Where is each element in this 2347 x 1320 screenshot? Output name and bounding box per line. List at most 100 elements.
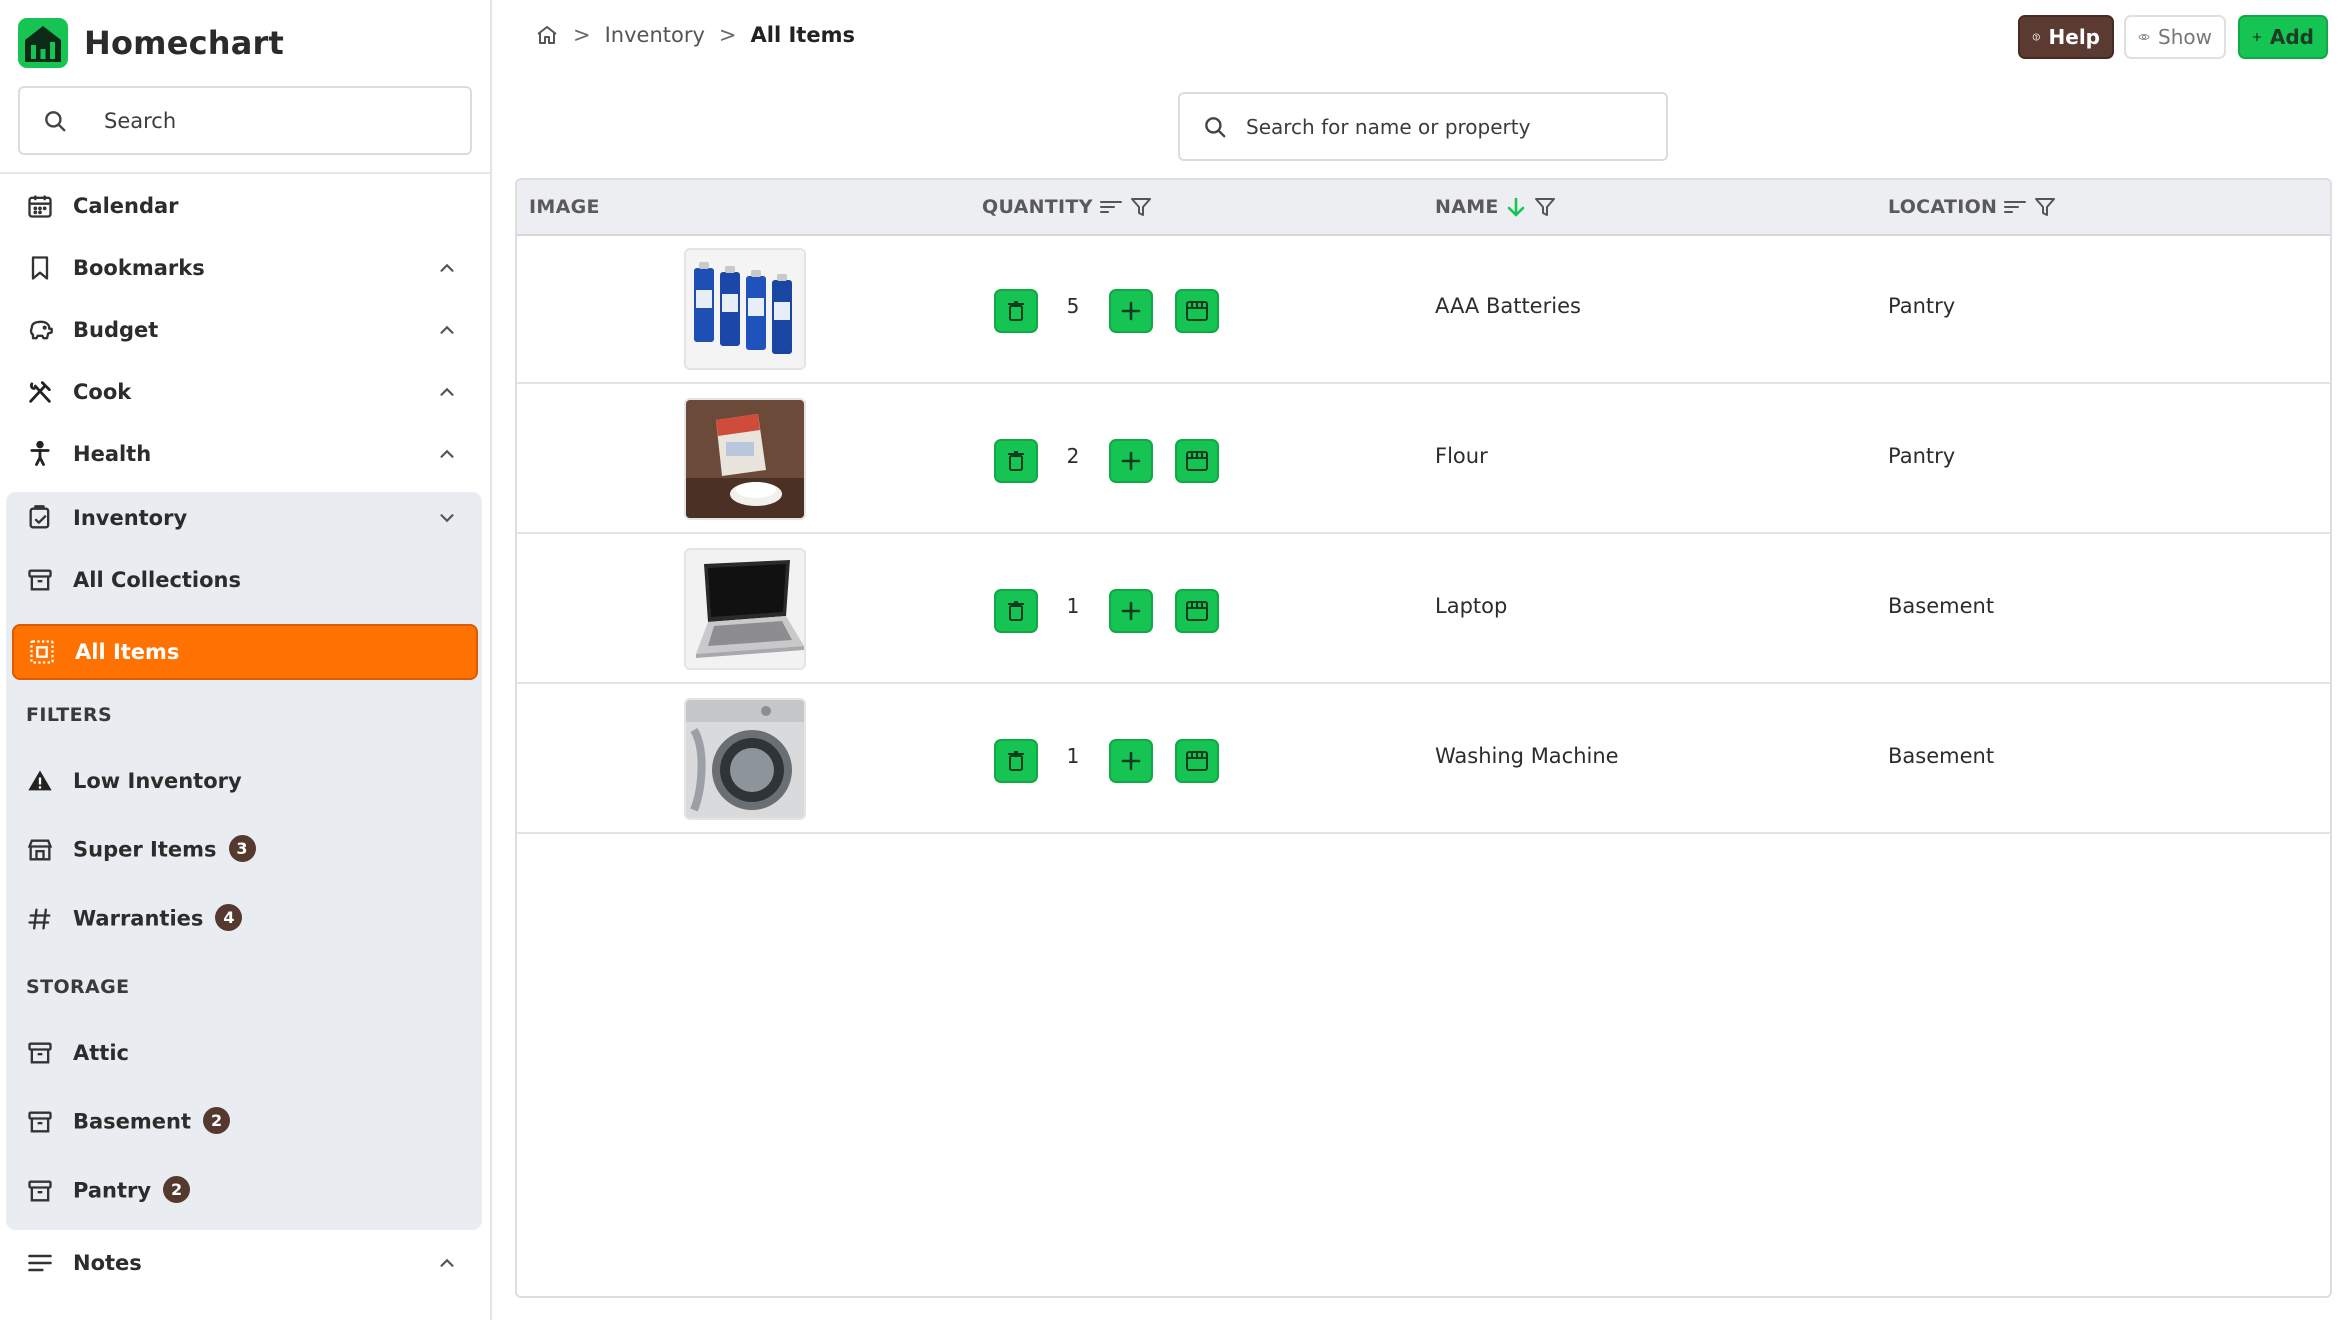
column-header-location[interactable]: LOCATION [1888,180,2057,234]
table-row[interactable]: 1 Laptop Basement [517,536,2330,684]
table-row[interactable]: 2 Flour Pantry [517,386,2330,534]
sidebar-item-notes[interactable]: Notes [0,1233,490,1293]
sidebar-item-label: Pantry 2 [73,1175,191,1205]
sort-descending-arrow-icon[interactable] [1505,196,1527,218]
breadcrumb-inventory-link[interactable]: Inventory [605,23,705,47]
item-image-laptop[interactable] [684,548,806,670]
increment-button[interactable] [1109,289,1153,333]
item-location[interactable]: Basement [1888,744,1994,768]
count-badge: 3 [228,834,256,862]
shopping-list-button[interactable] [1175,589,1219,633]
add-button[interactable]: Add [2238,15,2328,59]
app-header[interactable]: Homechart [18,18,284,68]
delete-button[interactable] [994,289,1038,333]
sidebar: Homechart Calendar Bookmarks Budget Cook… [0,0,492,1320]
plus-icon [1121,301,1141,321]
quantity-value: 1 [1066,744,1080,768]
item-location[interactable]: Pantry [1888,444,1955,468]
delete-button[interactable] [994,439,1038,483]
sidebar-item-bookmarks[interactable]: Bookmarks [0,238,490,298]
store-icon [1186,301,1208,321]
sidebar-item-attic[interactable]: Attic [0,1023,490,1083]
sidebar-item-label: All Items [75,640,180,664]
show-button[interactable]: Show [2124,15,2226,59]
sidebar-item-warranties[interactable]: Warranties 4 [0,889,490,949]
sidebar-item-label: Low Inventory [73,769,242,793]
shopping-list-button[interactable] [1175,739,1219,783]
plus-icon [1121,601,1141,621]
chevron-up-icon[interactable] [436,443,458,465]
sidebar-item-calendar[interactable]: Calendar [0,176,490,236]
sidebar-item-label: Inventory [73,506,188,530]
sidebar-divider [0,172,490,174]
sidebar-item-cook[interactable]: Cook [0,362,490,422]
breadcrumb-separator: > [573,23,591,47]
item-image-batteries[interactable] [684,248,806,370]
shopping-list-button[interactable] [1175,439,1219,483]
trash-icon [1008,601,1024,621]
filter-icon[interactable] [2033,196,2057,218]
eye-icon [2138,34,2150,40]
increment-button[interactable] [1109,439,1153,483]
sidebar-item-health[interactable]: Health [0,424,490,484]
table-row[interactable]: 5 AAA Batteries Pantry [517,236,2330,384]
filter-icon[interactable] [1533,196,1557,218]
sort-lines-icon[interactable] [2003,197,2027,217]
sidebar-item-super-items[interactable]: Super Items 3 [0,820,490,880]
homechart-logo [18,18,68,68]
column-header-name[interactable]: NAME [1435,180,1557,234]
sidebar-item-all-collections[interactable]: All Collections [0,550,490,610]
breadcrumb-separator: > [718,23,737,47]
quantity-value: 2 [1066,444,1080,468]
bookmark-icon [31,256,49,280]
show-label: Show [2158,25,2212,49]
item-location[interactable]: Pantry [1888,294,1955,318]
chevron-up-icon[interactable] [436,381,458,403]
chevron-down-icon[interactable] [436,507,458,529]
warranties-label: Warranties [73,906,204,930]
sidebar-item-low-inventory[interactable]: Low Inventory [0,751,490,811]
item-image-flour[interactable] [684,398,806,520]
column-header-quantity[interactable]: QUANTITY [982,180,1153,234]
sidebar-item-inventory[interactable]: Inventory [0,488,490,548]
chevron-up-icon[interactable] [436,1252,458,1274]
item-name[interactable]: AAA Batteries [1435,294,1581,318]
sidebar-item-basement[interactable]: Basement 2 [0,1092,490,1152]
item-name[interactable]: Laptop [1435,594,1507,618]
item-location[interactable]: Basement [1888,594,1994,618]
quantity-value: 1 [1066,594,1080,618]
storage-heading: STORAGE [26,976,130,998]
column-label: NAME [1435,196,1499,218]
trash-icon [1008,451,1024,471]
sidebar-item-pantry[interactable]: Pantry 2 [0,1161,490,1221]
help-button[interactable]: Help [2018,15,2114,59]
sort-lines-icon[interactable] [1099,197,1123,217]
increment-button[interactable] [1109,739,1153,783]
sidebar-item-budget[interactable]: Budget [0,300,490,360]
increment-button[interactable] [1109,589,1153,633]
store-icon [1186,751,1208,771]
chevron-up-icon[interactable] [436,319,458,341]
delete-button[interactable] [994,739,1038,783]
item-name[interactable]: Washing Machine [1435,744,1619,768]
trash-icon [1008,751,1024,771]
table-header: IMAGE QUANTITY NAME LOCATION [517,180,2330,236]
sidebar-search-input[interactable] [104,88,464,153]
table-row[interactable]: 1 Washing Machine Basement [517,686,2330,834]
table-search[interactable] [1178,92,1668,161]
delete-button[interactable] [994,589,1038,633]
archive-box-icon [28,569,52,591]
filter-icon[interactable] [1129,196,1153,218]
shopping-list-button[interactable] [1175,289,1219,333]
item-name[interactable]: Flour [1435,444,1488,468]
table-search-input[interactable] [1246,94,1656,159]
storefront-icon [27,839,53,861]
chevron-up-icon[interactable] [436,257,458,279]
home-icon[interactable] [535,23,559,47]
search-icon [45,111,66,132]
sidebar-item-all-items[interactable]: All Items [12,624,478,680]
sidebar-item-label: Attic [73,1041,129,1065]
piggy-bank-icon [29,320,53,340]
item-image-washing-machine[interactable] [684,698,806,820]
sidebar-search[interactable] [18,86,472,155]
